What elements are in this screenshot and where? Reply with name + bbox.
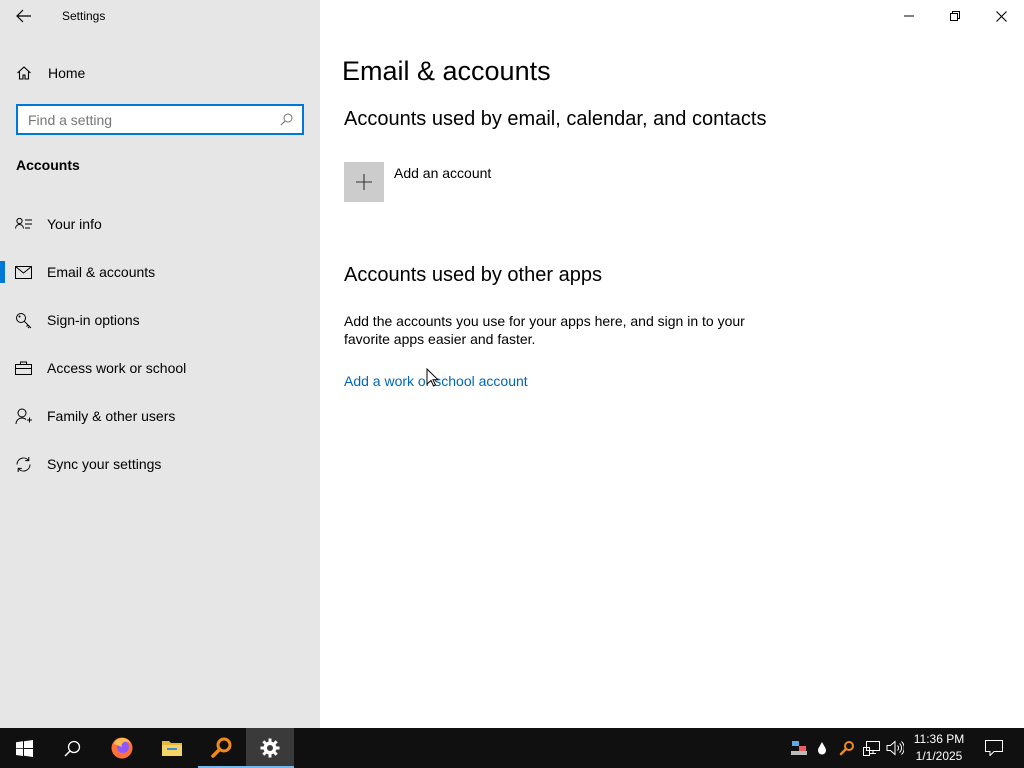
- taskbar-settings[interactable]: [246, 728, 294, 768]
- sidebar-item-label: Family & other users: [47, 408, 176, 424]
- start-icon: [15, 739, 33, 757]
- close-button[interactable]: [978, 0, 1024, 32]
- section-heading-other-apps: Accounts used by other apps: [344, 264, 602, 286]
- title-bar: Settings: [0, 0, 320, 32]
- search-input[interactable]: [28, 111, 278, 128]
- sidebar-item-your-info[interactable]: Your info: [0, 200, 320, 248]
- taskbar-search-app[interactable]: [198, 728, 246, 768]
- sidebar-item-label: Your info: [47, 216, 102, 232]
- sidebar-item-label: Sync your settings: [47, 456, 162, 472]
- sidebar-item-access-work-school[interactable]: Access work or school: [0, 344, 320, 392]
- briefcase-icon: [0, 361, 47, 375]
- back-arrow-icon: [16, 9, 31, 23]
- tray-network[interactable]: [860, 728, 882, 768]
- clock-date: 1/1/2025: [915, 749, 963, 763]
- network-icon: [862, 740, 880, 756]
- main-content: Email & accounts Accounts used by email,…: [320, 0, 1024, 728]
- droplet-icon: [818, 742, 826, 755]
- mouse-cursor-icon: [426, 368, 439, 387]
- sidebar-section-title: Accounts: [16, 157, 80, 173]
- person-add-icon: [0, 408, 47, 425]
- firefox-icon: [111, 737, 133, 759]
- taskbar-file-explorer[interactable]: [148, 728, 196, 768]
- window-controls: [886, 0, 1024, 32]
- search-icon[interactable]: [278, 113, 294, 126]
- settings-icon: [260, 738, 280, 758]
- restore-button[interactable]: [932, 0, 978, 32]
- sidebar-item-family-other-users[interactable]: Family & other users: [0, 392, 320, 440]
- tray-network-adapter[interactable]: [788, 728, 810, 768]
- search-icon: [63, 740, 80, 757]
- search-app-icon: [211, 737, 232, 758]
- sidebar-item-sign-in-options[interactable]: Sign-in options: [0, 296, 320, 344]
- minimize-button[interactable]: [886, 0, 932, 32]
- window-title: Settings: [62, 9, 106, 23]
- add-account-label: Add an account: [394, 165, 492, 181]
- home-icon: [0, 65, 48, 81]
- minimize-icon: [904, 15, 914, 17]
- start-button[interactable]: [0, 728, 48, 768]
- taskbar-clock[interactable]: 11:36 PM 1/1/2025: [904, 731, 974, 765]
- taskbar-search-button[interactable]: [48, 728, 96, 768]
- plus-icon: [344, 162, 384, 202]
- sidebar-item-email-accounts[interactable]: Email & accounts: [0, 248, 320, 296]
- close-icon: [995, 10, 1007, 22]
- sync-icon: [0, 456, 47, 473]
- person-card-icon: [0, 217, 47, 231]
- sidebar-item-label: Sign-in options: [47, 312, 140, 328]
- action-center-button[interactable]: [974, 728, 1014, 768]
- network-adapter-icon: [791, 741, 807, 755]
- tray-volume[interactable]: [884, 728, 906, 768]
- back-button[interactable]: [8, 2, 40, 30]
- tray-search-app[interactable]: [836, 728, 858, 768]
- mail-icon: [0, 265, 47, 279]
- volume-icon: [886, 740, 904, 756]
- add-account-button[interactable]: Add an account: [344, 162, 491, 202]
- home-nav[interactable]: Home: [0, 56, 320, 90]
- notification-icon: [985, 740, 1003, 756]
- file-explorer-icon: [162, 741, 182, 756]
- other-apps-description: Add the accounts you use for your apps h…: [344, 313, 745, 347]
- key-icon: [0, 312, 47, 329]
- sidebar-nav: Your info Email & accounts Sign-in optio…: [0, 200, 320, 488]
- magnifier-tray-icon: [839, 741, 854, 756]
- home-label: Home: [48, 65, 86, 81]
- section-heading-email-accounts: Accounts used by email, calendar, and co…: [344, 108, 767, 130]
- search-box: [16, 104, 304, 135]
- sidebar-item-label: Email & accounts: [47, 264, 156, 280]
- page-title: Email & accounts: [342, 56, 551, 86]
- sidebar-item-label: Access work or school: [47, 360, 187, 376]
- taskbar: 11:36 PM 1/1/2025: [0, 728, 1024, 768]
- restore-icon: [950, 11, 960, 21]
- clock-time: 11:36 PM: [913, 732, 965, 746]
- tray-droplet[interactable]: [812, 728, 832, 768]
- sidebar-item-sync-settings[interactable]: Sync your settings: [0, 440, 320, 488]
- sidebar: Settings Home Accounts: [0, 0, 320, 728]
- taskbar-firefox[interactable]: [98, 728, 146, 768]
